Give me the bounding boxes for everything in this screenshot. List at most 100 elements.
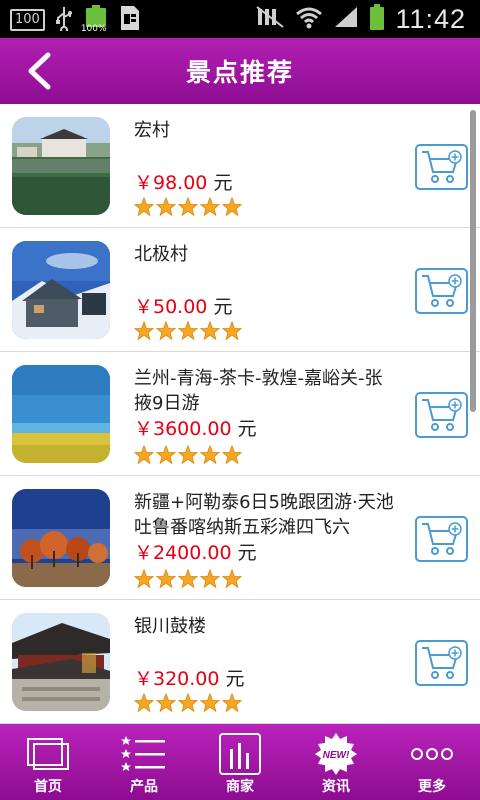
item-price-line: ￥3600.00 元: [134, 414, 257, 441]
item-price: ￥3600.00: [134, 418, 232, 440]
item-thumbnail: [12, 365, 110, 463]
star-icon: [200, 569, 220, 589]
star-icon: [178, 197, 198, 217]
cart-add-icon: [421, 274, 462, 307]
star-icon: [156, 197, 176, 217]
page-title: 景点推荐: [185, 58, 294, 87]
item-price-line: ￥50.00 元: [134, 292, 232, 319]
bottom-nav: 首页 产品 商家 NEW! 资讯 更多: [0, 724, 480, 800]
nav-label: 首页: [34, 779, 62, 795]
star-icon: [178, 693, 198, 713]
cart-add-icon: [421, 150, 462, 183]
item-name: 新疆+阿勒泰6日5晚跟团游·天池吐鲁番喀纳斯五彩滩四飞六: [134, 492, 394, 538]
item-name: 兰州-青海-茶卡-敦煌-嘉峪关-张掖9日游: [134, 368, 383, 414]
item-price: ￥320.00: [134, 668, 220, 690]
rating-stars: [134, 445, 242, 465]
store-icon: [219, 733, 261, 775]
home-icon: [27, 738, 69, 770]
add-to-cart-button[interactable]: [415, 268, 468, 314]
star-icon: [178, 321, 198, 341]
cart-add-icon: [421, 646, 462, 679]
star-icon: [156, 445, 176, 465]
clock: 11:42: [395, 3, 466, 34]
list-scrollbar[interactable]: [470, 110, 476, 412]
status-bar: 100 100% 11:42: [0, 0, 480, 38]
nav-label: 商家: [226, 779, 254, 795]
add-to-cart-button[interactable]: [415, 640, 468, 686]
star-icon: [222, 321, 242, 341]
item-name: 北极村: [134, 244, 188, 265]
nav-news[interactable]: NEW! 资讯: [288, 724, 384, 800]
list-item[interactable]: 银川鼓楼 ￥320.00 元: [0, 600, 480, 724]
item-thumbnail: [12, 241, 110, 339]
item-price-line: ￥2400.00 元: [134, 538, 257, 565]
star-icon: [156, 569, 176, 589]
star-icon: [134, 569, 154, 589]
item-price-unit: 元: [213, 296, 233, 318]
star-icon: [222, 445, 242, 465]
battery-percent: 100%: [80, 24, 107, 34]
item-name: 银川鼓楼: [134, 616, 206, 637]
star-icon: [156, 693, 176, 713]
item-price: ￥98.00: [134, 172, 208, 194]
item-price-unit: 元: [213, 172, 233, 194]
battery-icon: [369, 3, 385, 35]
star-icon: [134, 445, 154, 465]
add-to-cart-button[interactable]: [415, 392, 468, 438]
add-to-cart-button[interactable]: [415, 144, 468, 190]
list-item[interactable]: 新疆+阿勒泰6日5晚跟团游·天池吐鲁番喀纳斯五彩滩四飞六 ￥2400.00 元: [0, 476, 480, 600]
cart-add-icon: [421, 522, 462, 555]
item-price: ￥50.00: [134, 296, 208, 318]
nav-label: 产品: [130, 779, 158, 795]
item-price-unit: 元: [237, 542, 257, 564]
list-item[interactable]: 兰州-青海-茶卡-敦煌-嘉峪关-张掖9日游 ￥3600.00 元: [0, 352, 480, 476]
star-icon: [178, 569, 198, 589]
signal-icon: [333, 5, 359, 33]
usb-icon: [55, 5, 73, 35]
more-icon: [411, 748, 453, 760]
item-name: 宏村: [134, 120, 170, 141]
document-icon: [119, 5, 141, 35]
list-item[interactable]: 北极村 ￥50.00 元: [0, 228, 480, 352]
nav-label: 资讯: [322, 779, 350, 795]
star-icon: [200, 693, 220, 713]
rating-stars: [134, 693, 242, 713]
star-icon: [134, 197, 154, 217]
nav-products[interactable]: 产品: [96, 724, 192, 800]
rating-stars: [134, 569, 242, 589]
item-price-unit: 元: [225, 668, 245, 690]
back-button[interactable]: [18, 50, 60, 92]
nav-more[interactable]: 更多: [384, 724, 480, 800]
star-icon: [222, 569, 242, 589]
star-icon: [222, 197, 242, 217]
item-price-line: ￥98.00 元: [134, 168, 232, 195]
rating-stars: [134, 197, 242, 217]
title-bar: 景点推荐: [0, 38, 480, 104]
star-icon: [134, 693, 154, 713]
new-badge-icon: NEW!: [315, 733, 357, 775]
item-thumbnail: [12, 613, 110, 711]
attraction-list[interactable]: 宏村 ￥98.00 元 北极村 ￥50.00 元 兰州-青海-茶卡-敦煌-嘉峪关…: [0, 104, 480, 724]
wifi-icon: [295, 5, 323, 33]
star-icon: [222, 693, 242, 713]
list-icon: [121, 736, 165, 771]
star-icon: [200, 197, 220, 217]
badge-count: 100: [10, 9, 45, 31]
star-icon: [156, 321, 176, 341]
chevron-left-icon: [28, 52, 51, 90]
star-icon: [134, 321, 154, 341]
nav-home[interactable]: 首页: [0, 724, 96, 800]
mute-icon: [255, 5, 285, 33]
battery-small-icon: 100%: [80, 5, 109, 35]
star-icon: [200, 321, 220, 341]
list-item[interactable]: 宏村 ￥98.00 元: [0, 104, 480, 228]
new-badge-text: NEW!: [323, 750, 350, 761]
rating-stars: [134, 321, 242, 341]
item-price: ￥2400.00: [134, 542, 232, 564]
item-thumbnail: [12, 117, 110, 215]
nav-label: 更多: [418, 779, 446, 795]
add-to-cart-button[interactable]: [415, 516, 468, 562]
item-price-line: ￥320.00 元: [134, 664, 245, 691]
nav-merchants[interactable]: 商家: [192, 724, 288, 800]
cart-add-icon: [421, 398, 462, 431]
